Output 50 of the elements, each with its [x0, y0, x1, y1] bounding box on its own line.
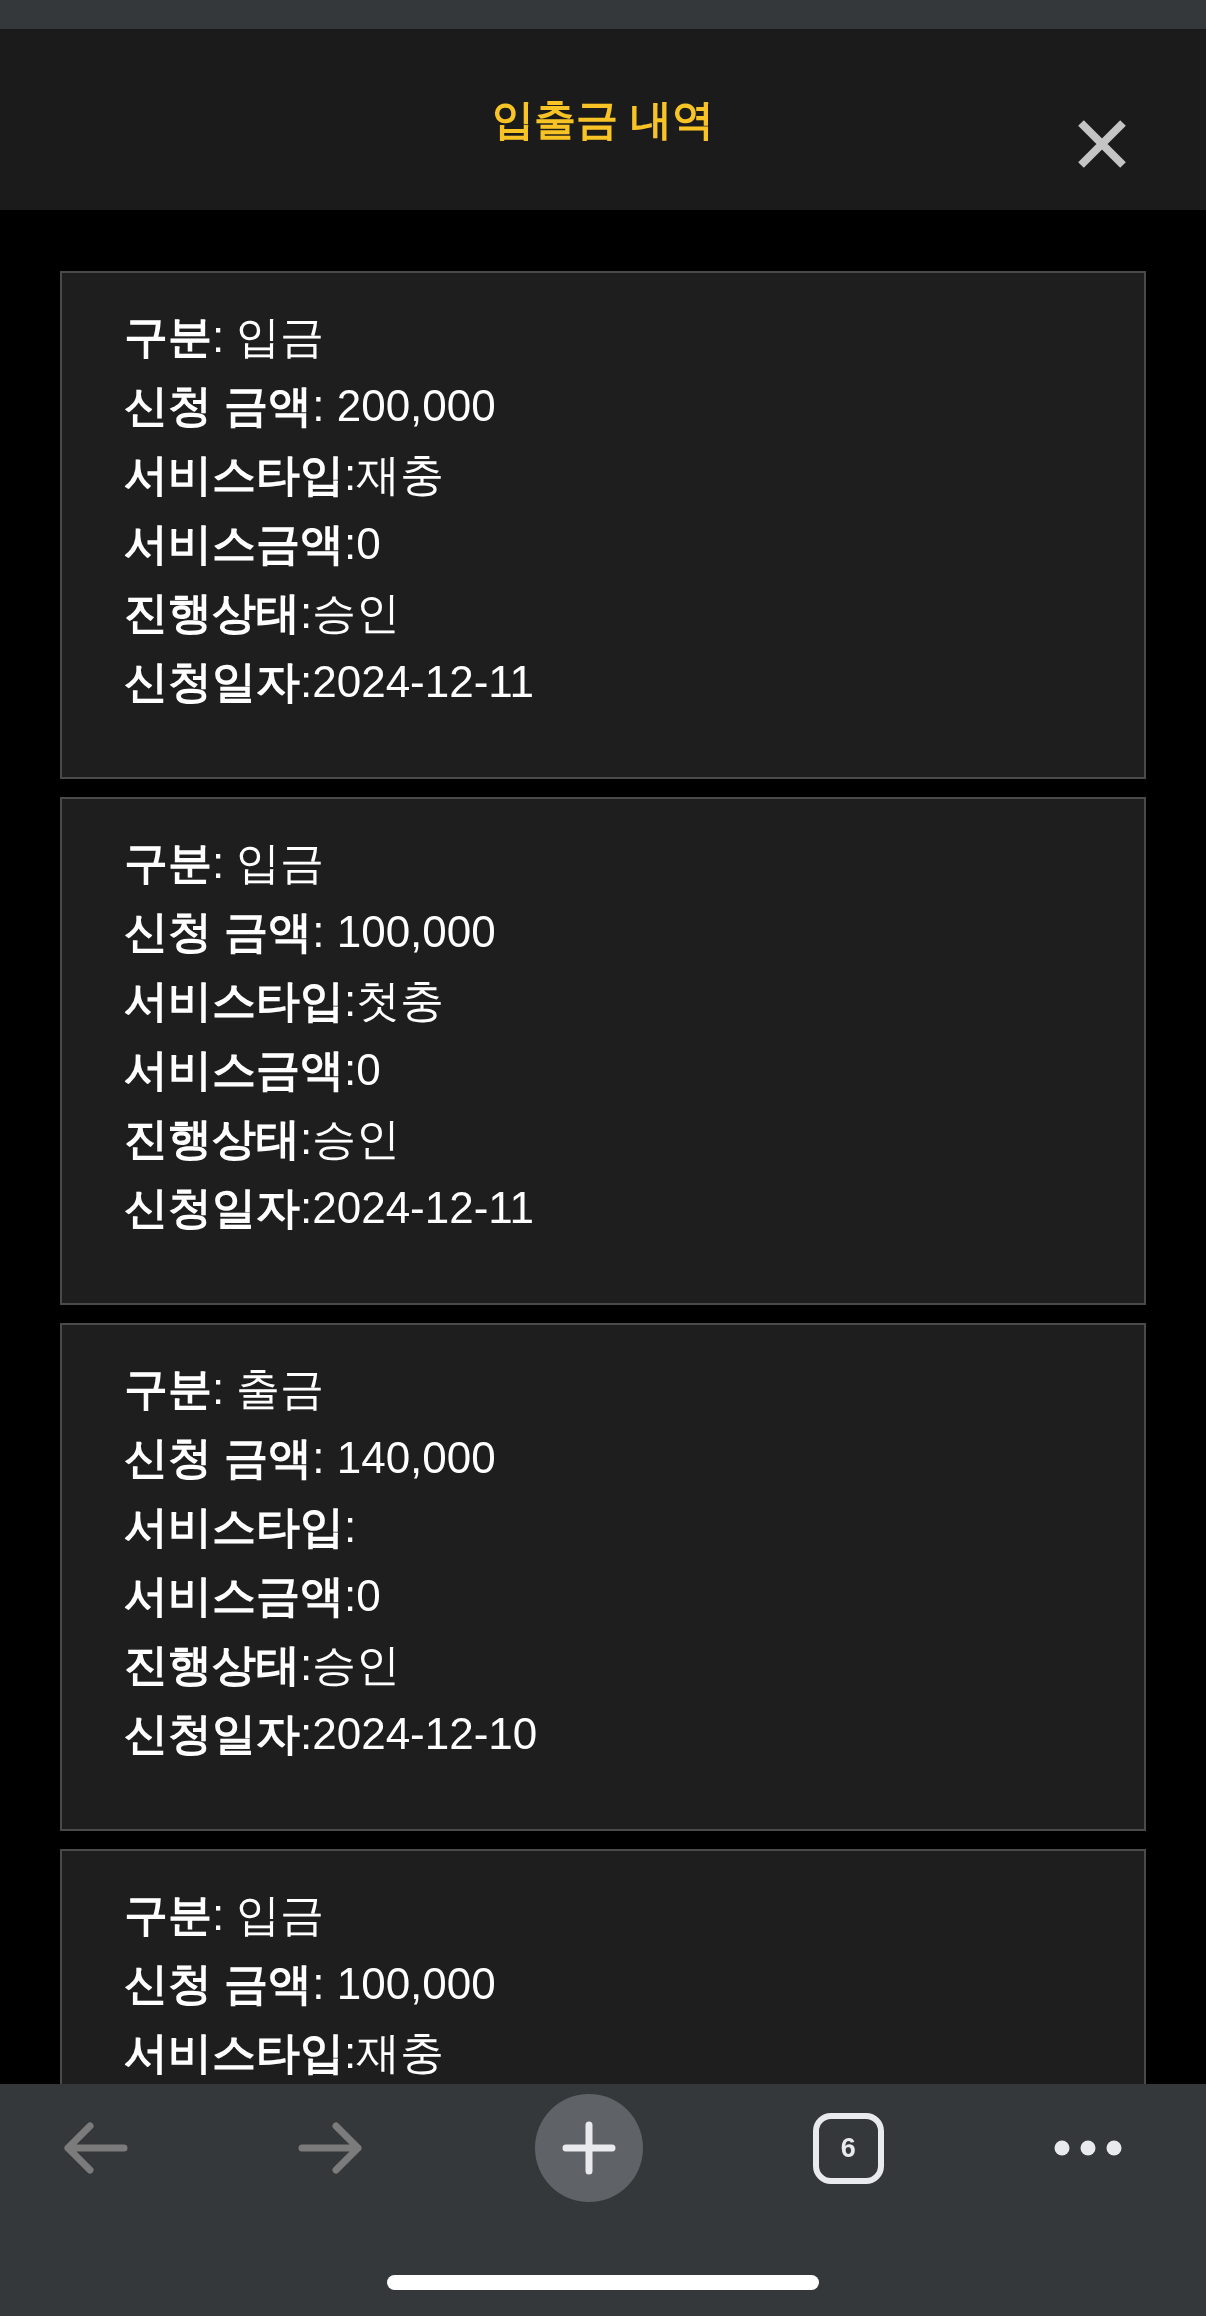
field-value: 2024-12-11	[312, 1183, 535, 1232]
tab-switcher-button[interactable]: 6	[812, 2112, 884, 2184]
field-label: 구분:	[124, 838, 226, 887]
field-label: 구분:	[124, 1890, 226, 1939]
field-label: 신청 금액:	[124, 1433, 326, 1482]
field-label: 구분:	[124, 312, 226, 361]
field-value: 출금	[236, 1364, 325, 1413]
field-value: 2024-12-10	[312, 1709, 538, 1758]
field-value: 2024-12-11	[312, 657, 535, 706]
close-icon	[1077, 119, 1127, 169]
field-label: 신청일자:	[124, 1183, 313, 1232]
field-value: 승인	[312, 1640, 401, 1689]
field-label: 신청 금액:	[124, 1959, 326, 2008]
field-label: 진행상태:	[124, 588, 313, 637]
field-label: 구분:	[124, 1364, 226, 1413]
field-value: 승인	[312, 1114, 401, 1163]
field-value: 재충	[356, 2028, 445, 2077]
field-value: 0	[356, 1571, 381, 1620]
field-value: 200,000	[336, 381, 496, 430]
field-value: 0	[356, 519, 381, 568]
field-value: 0	[356, 1045, 381, 1094]
plus-icon	[561, 2121, 616, 2175]
field-value: 입금	[236, 838, 325, 887]
field-value: 재충	[356, 450, 445, 499]
field-value: 입금	[236, 312, 325, 361]
close-button[interactable]	[1077, 119, 1127, 169]
field-value: 첫충	[356, 976, 445, 1025]
field-label: 서비스금액:	[124, 1045, 357, 1094]
page-title: 입출금 내역	[492, 95, 714, 145]
more-icon	[1054, 2140, 1122, 2156]
field-label: 신청 금액:	[124, 907, 326, 956]
forward-icon	[298, 2122, 365, 2174]
field-value: 140,000	[336, 1433, 496, 1482]
field-label: 신청일자:	[124, 657, 313, 706]
field-label: 신청일자:	[124, 1709, 313, 1758]
field-label: 서비스타입:	[124, 976, 357, 1025]
field-value: 100,000	[336, 907, 496, 956]
field-label: 서비스타입:	[124, 450, 357, 499]
back-icon	[62, 2122, 128, 2174]
field-value: 입금	[236, 1890, 325, 1939]
menu-button[interactable]	[1054, 2140, 1122, 2156]
field-label: 서비스금액:	[124, 519, 357, 568]
field-label: 진행상태:	[124, 1114, 313, 1163]
field-value: 승인	[312, 588, 401, 637]
field-label: 서비스타입:	[124, 2028, 357, 2077]
field-label: 신청 금액:	[124, 381, 326, 430]
field-label: 진행상태:	[124, 1640, 313, 1689]
field-label: 서비스금액:	[124, 1571, 357, 1620]
field-value: 100,000	[336, 1959, 496, 2008]
field-label: 서비스타입:	[124, 1502, 357, 1551]
